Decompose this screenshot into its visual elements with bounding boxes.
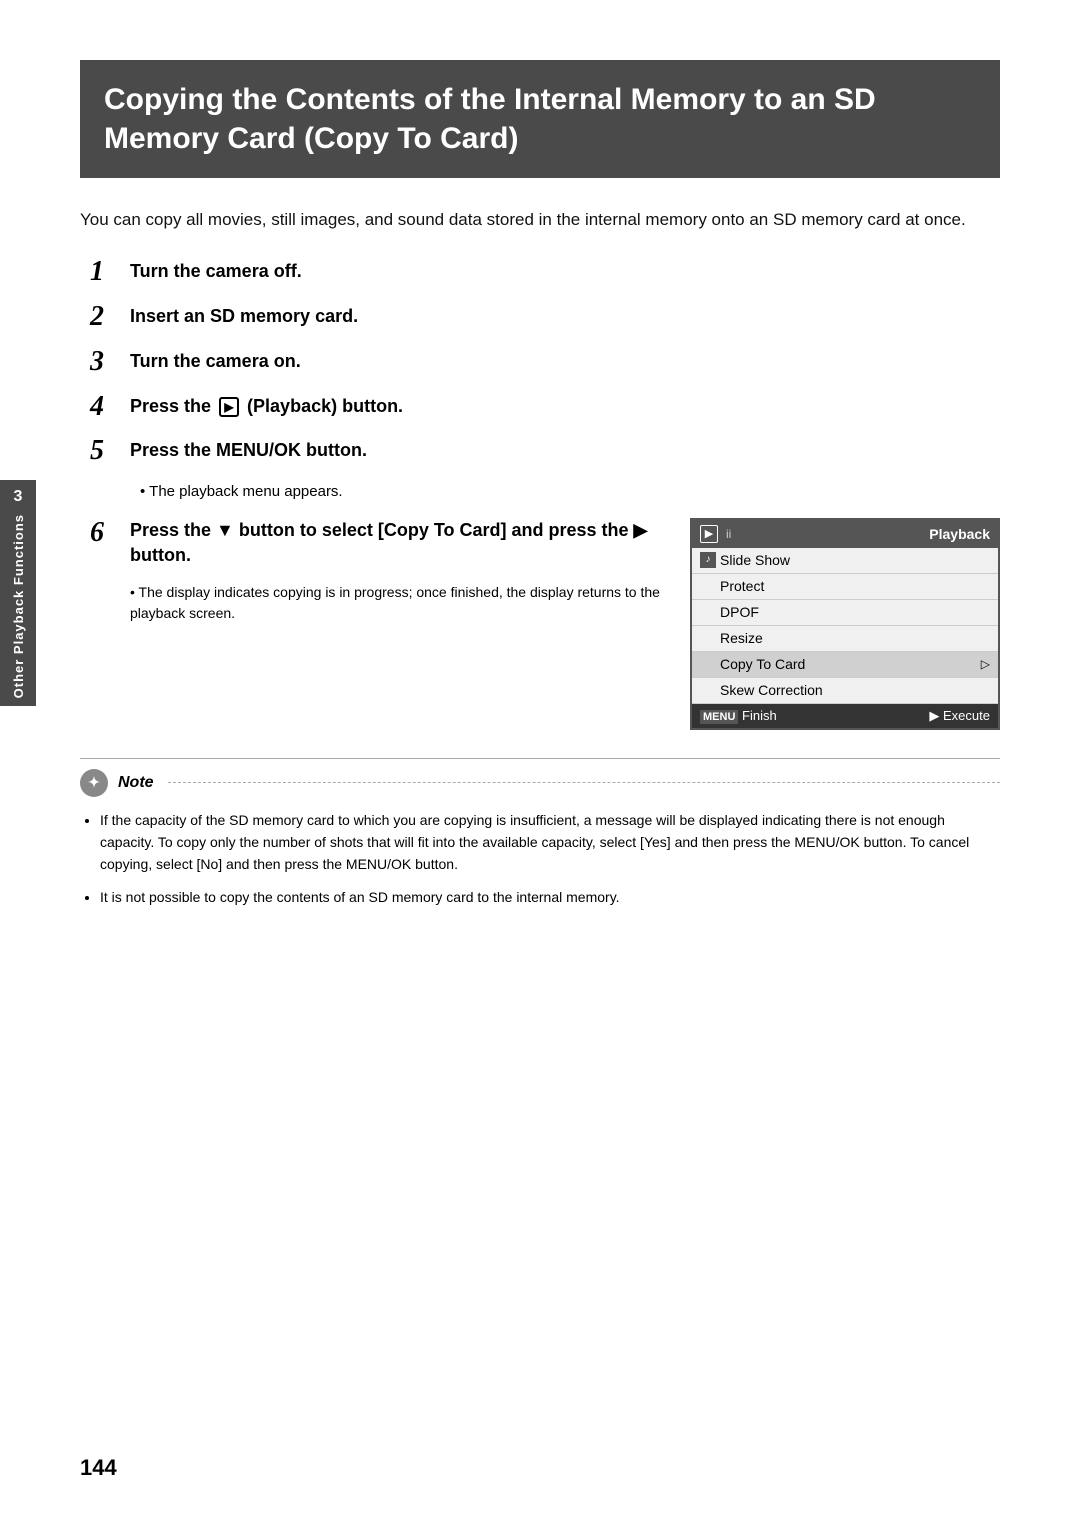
- step-4-content: Press the ▶ (Playback) button.: [130, 392, 403, 419]
- intro-text: You can copy all movies, still images, a…: [80, 206, 1000, 233]
- panel-header-label: Playback: [929, 526, 990, 542]
- step-5-bullet: The playback menu appears.: [80, 481, 1000, 504]
- row-label-dpof: DPOF: [720, 604, 990, 620]
- panel-row-copytocard[interactable]: Copy To Card ▷: [692, 652, 998, 678]
- side-tab-text: Other Playback Functions: [11, 514, 26, 698]
- note-title: Note: [118, 774, 154, 792]
- panel-row-resize[interactable]: Resize: [692, 626, 998, 652]
- page-number: 144: [80, 1455, 117, 1481]
- header-box: Copying the Contents of the Internal Mem…: [80, 60, 1000, 178]
- panel-row-dpof[interactable]: DPOF: [692, 600, 998, 626]
- footer-execute-label: Execute: [943, 708, 990, 723]
- page-container: 3 Other Playback Functions Copying the C…: [0, 0, 1080, 1521]
- step-5-content: Press the MENU/OK button.: [130, 436, 367, 463]
- row-arrow-copytocard: ▷: [981, 657, 990, 671]
- step-2-content: Insert an SD memory card.: [130, 302, 358, 329]
- note-bullets: If the capacity of the SD memory card to…: [80, 809, 1000, 909]
- step-6-left: Press the ▼ button to select [Copy To Ca…: [130, 518, 666, 624]
- note-bullet-1: If the capacity of the SD memory card to…: [100, 809, 1000, 876]
- note-section: ✦ Note If the capacity of the SD memory …: [80, 758, 1000, 909]
- music-icon: ♪: [700, 552, 716, 568]
- row-label-copytocard: Copy To Card: [720, 656, 981, 672]
- row-label-resize: Resize: [720, 630, 990, 646]
- playback-icon: ▶: [219, 397, 239, 417]
- playback-panel-header: ▶ ii Playback: [692, 520, 998, 548]
- side-tab-number: 3: [14, 488, 23, 506]
- footer-right: ▶ Execute: [929, 708, 990, 724]
- side-tab: 3 Other Playback Functions: [0, 480, 36, 706]
- menu-btn: MENU: [700, 710, 738, 724]
- step-1: 1 Turn the camera off.: [80, 257, 1000, 288]
- note-header: ✦ Note: [80, 769, 1000, 797]
- step-3: 3 Turn the camera on.: [80, 347, 1000, 378]
- step-1-content: Turn the camera off.: [130, 257, 302, 284]
- panel-row-skew[interactable]: Skew Correction: [692, 678, 998, 704]
- step-6-container: 6 Press the ▼ button to select [Copy To …: [80, 518, 1000, 730]
- footer-execute-icon: ▶: [929, 708, 943, 723]
- step-4: 4 Press the ▶ (Playback) button.: [80, 392, 1000, 423]
- step-1-number: 1: [90, 257, 130, 288]
- step-5-number: 5: [90, 436, 130, 467]
- row-label-protect: Protect: [720, 578, 990, 594]
- playback-panel-footer: MENU Finish ▶ Execute: [692, 704, 998, 728]
- panel-row-protect[interactable]: Protect: [692, 574, 998, 600]
- playback-panel: ▶ ii Playback ♪ Slide Show Protect: [690, 518, 1000, 730]
- step-3-content: Turn the camera on.: [130, 347, 301, 374]
- step-2-number: 2: [90, 302, 130, 333]
- step-6-text: Press the ▼ button to select [Copy To Ca…: [130, 518, 666, 568]
- panel-play-icon: ▶: [700, 525, 718, 543]
- step-5: 5 Press the MENU/OK button.: [80, 436, 1000, 467]
- row-label-skew: Skew Correction: [720, 682, 990, 698]
- step-6-number: 6: [90, 518, 130, 549]
- step-2: 2 Insert an SD memory card.: [80, 302, 1000, 333]
- playback-menu: ▶ ii Playback ♪ Slide Show Protect: [690, 518, 1000, 730]
- step-3-number: 3: [90, 347, 130, 378]
- note-icon: ✦: [80, 769, 108, 797]
- footer-left: MENU Finish: [700, 708, 777, 724]
- row-label-slideshow: Slide Show: [720, 552, 990, 568]
- page-title: Copying the Contents of the Internal Mem…: [104, 80, 976, 158]
- panel-row-slideshow[interactable]: ♪ Slide Show: [692, 548, 998, 574]
- footer-finish-label: Finish: [742, 708, 777, 723]
- note-bullet-2: It is not possible to copy the contents …: [100, 886, 1000, 908]
- step-6-bullet: The display indicates copying is in prog…: [130, 582, 666, 624]
- step-4-number: 4: [90, 392, 130, 423]
- note-dashes: [168, 782, 1000, 783]
